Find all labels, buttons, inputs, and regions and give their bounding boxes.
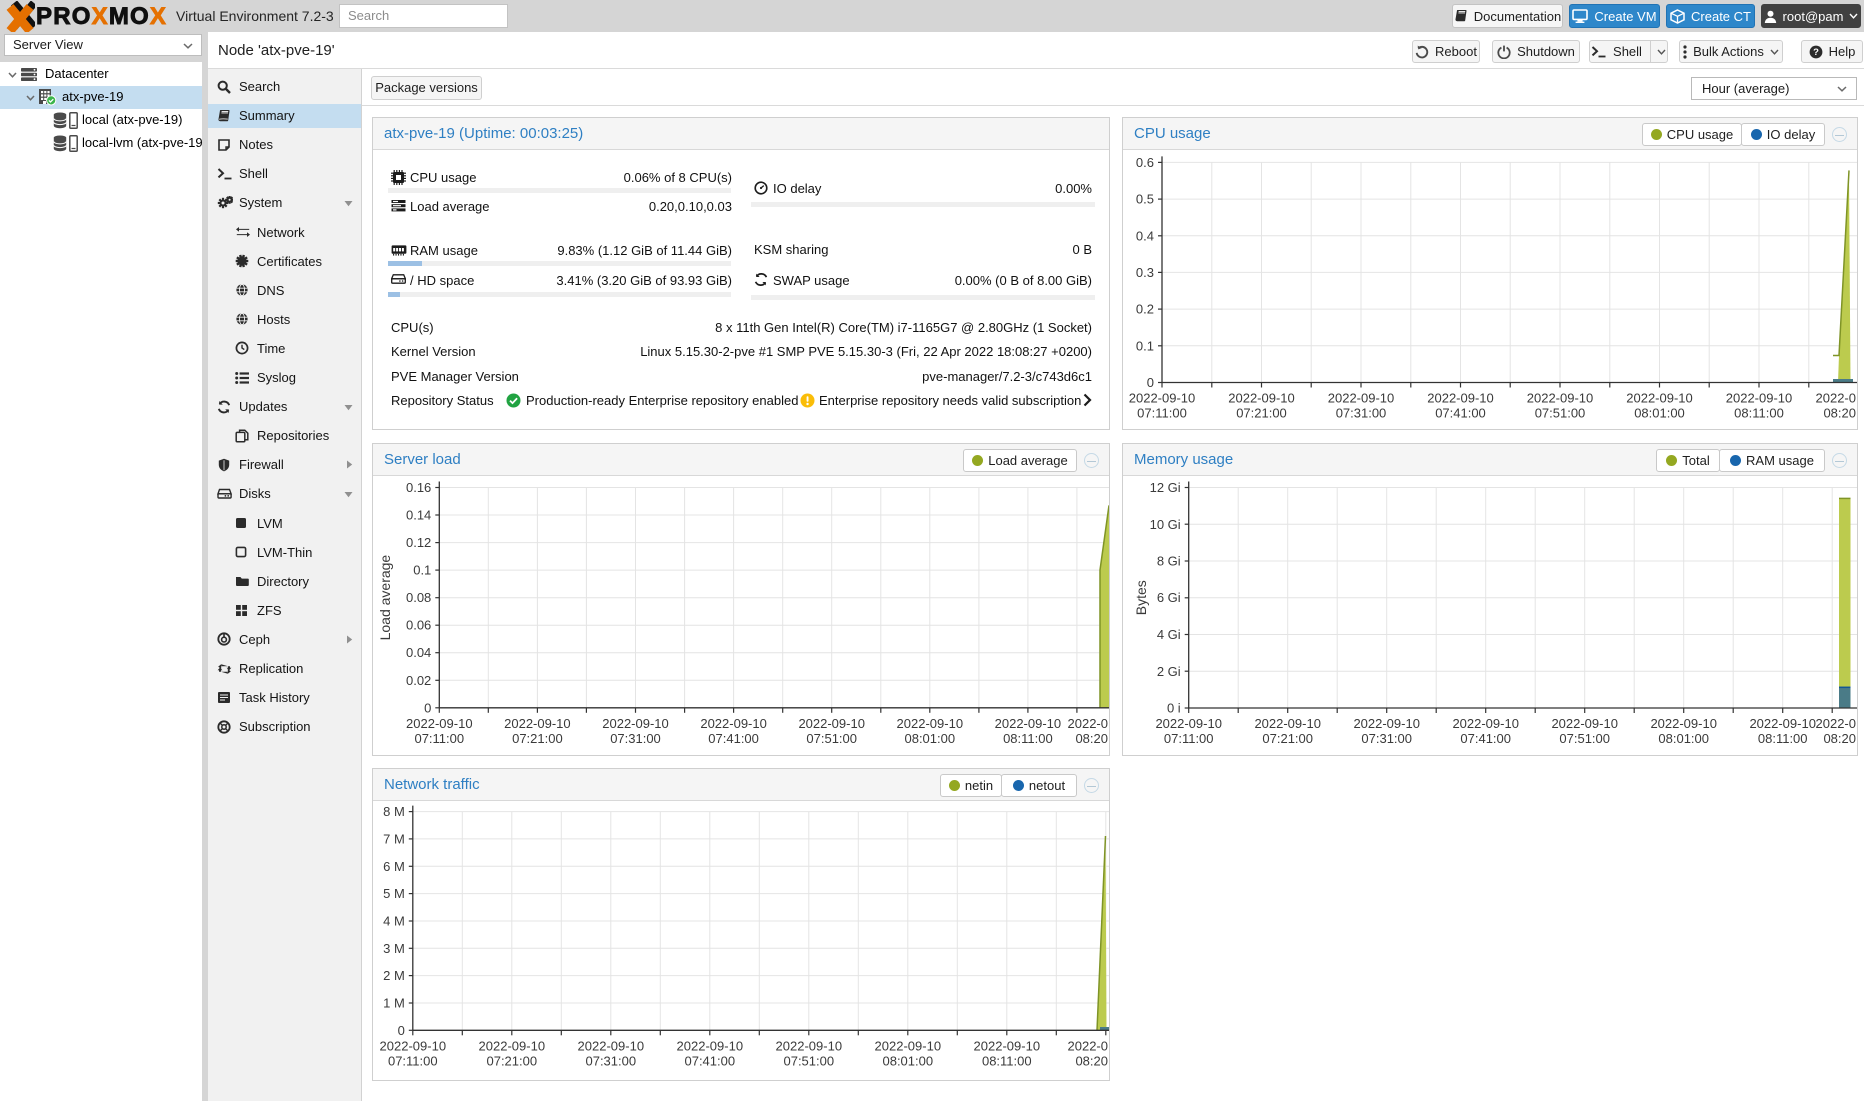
svg-text:0.02: 0.02 [406,673,431,688]
svg-text:07:11:00: 07:11:00 [1137,406,1187,421]
svg-text:12 Gi: 12 Gi [1150,480,1181,495]
svg-text:2022-09-10: 2022-09-10 [602,716,669,731]
svg-text:0.5: 0.5 [1136,192,1154,207]
svg-text:2022-09-10: 2022-09-10 [1749,716,1816,731]
svg-text:07:21:00: 07:21:00 [486,1053,537,1068]
svg-text:07:31:00: 07:31:00 [610,731,661,746]
svg-text:0 i: 0 i [1167,701,1181,716]
svg-text:08:20: 08:20 [1075,731,1108,746]
svg-text:07:51:00: 07:51:00 [1559,731,1610,746]
svg-text:07:41:00: 07:41:00 [708,731,759,746]
svg-text:08:01:00: 08:01:00 [904,731,955,746]
svg-text:2022-09-10: 2022-09-10 [1626,391,1693,406]
svg-text:0.14: 0.14 [406,508,431,523]
svg-text:2022-09-10: 2022-09-10 [677,1038,744,1053]
svg-text:0.3: 0.3 [1136,265,1154,280]
svg-text:0.08: 0.08 [406,590,431,605]
svg-text:07:21:00: 07:21:00 [1262,731,1313,746]
svg-text:2022-09-10: 2022-09-10 [700,716,767,731]
svg-text:0.1: 0.1 [413,563,431,578]
svg-text:2022-09-10: 2022-09-10 [798,716,865,731]
svg-text:0.6: 0.6 [1136,155,1154,170]
svg-text:07:11:00: 07:11:00 [388,1053,438,1068]
svg-text:2022-0: 2022-0 [1068,1038,1108,1053]
svg-text:2022-0: 2022-0 [1068,716,1108,731]
svg-text:2022-09-10: 2022-09-10 [406,716,473,731]
svg-text:08:11:00: 08:11:00 [1734,406,1784,421]
svg-text:07:41:00: 07:41:00 [1460,731,1511,746]
svg-text:2 Gi: 2 Gi [1157,664,1181,679]
svg-text:2022-0: 2022-0 [1816,716,1856,731]
svg-text:8 M: 8 M [383,804,405,819]
svg-text:2022-09-10: 2022-09-10 [995,716,1062,731]
svg-text:08:01:00: 08:01:00 [1658,731,1709,746]
svg-text:2022-09-10: 2022-09-10 [380,1038,447,1053]
svg-text:07:21:00: 07:21:00 [1236,406,1287,421]
svg-text:2022-09-10: 2022-09-10 [1726,391,1793,406]
svg-text:2022-09-10: 2022-09-10 [1328,391,1395,406]
svg-text:2022-09-10: 2022-09-10 [504,716,571,731]
svg-text:?: ? [1813,47,1819,58]
svg-text:2022-09-10: 2022-09-10 [1155,716,1222,731]
svg-text:2022-09-10: 2022-09-10 [1650,716,1717,731]
svg-text:2022-09-10: 2022-09-10 [1527,391,1594,406]
svg-text:08:11:00: 08:11:00 [1003,731,1053,746]
svg-text:8 Gi: 8 Gi [1157,554,1181,569]
svg-text:Bytes: Bytes [1133,580,1149,615]
svg-text:0.4: 0.4 [1136,228,1154,243]
svg-text:08:20: 08:20 [1823,731,1856,746]
svg-text:07:11:00: 07:11:00 [414,731,464,746]
svg-text:2022-09-10: 2022-09-10 [1129,391,1196,406]
svg-text:0: 0 [424,700,431,715]
svg-text:07:31:00: 07:31:00 [1361,731,1412,746]
svg-text:10 Gi: 10 Gi [1150,517,1181,532]
svg-text:0: 0 [398,1023,405,1038]
svg-text:2022-09-10: 2022-09-10 [875,1038,942,1053]
svg-text:Load average: Load average [377,555,393,641]
svg-text:6 Gi: 6 Gi [1157,590,1181,605]
svg-text:2022-09-10: 2022-09-10 [1353,716,1420,731]
svg-text:7 M: 7 M [383,831,405,846]
svg-text:4 M: 4 M [383,914,405,929]
svg-text:1 M: 1 M [383,996,405,1011]
svg-text:07:51:00: 07:51:00 [783,1053,834,1068]
svg-text:08:11:00: 08:11:00 [982,1053,1032,1068]
svg-text:07:51:00: 07:51:00 [1535,406,1586,421]
svg-text:2022-09-10: 2022-09-10 [578,1038,645,1053]
svg-text:0.06: 0.06 [406,618,431,633]
svg-text:08:01:00: 08:01:00 [882,1053,933,1068]
svg-text:0.16: 0.16 [406,480,431,495]
svg-text:2022-0: 2022-0 [1816,391,1856,406]
svg-text:2022-09-10: 2022-09-10 [974,1038,1041,1053]
svg-text:4 Gi: 4 Gi [1157,627,1181,642]
svg-text:07:41:00: 07:41:00 [1435,406,1486,421]
svg-text:0.1: 0.1 [1136,338,1154,353]
svg-text:2022-09-10: 2022-09-10 [1228,391,1295,406]
svg-text:08:11:00: 08:11:00 [1758,731,1808,746]
svg-text:07:11:00: 07:11:00 [1164,731,1214,746]
svg-text:2022-09-10: 2022-09-10 [776,1038,843,1053]
svg-text:2022-09-10: 2022-09-10 [479,1038,546,1053]
svg-text:2022-09-10: 2022-09-10 [1254,716,1321,731]
svg-text:07:41:00: 07:41:00 [684,1053,735,1068]
svg-text:07:21:00: 07:21:00 [512,731,563,746]
svg-text:0.12: 0.12 [406,535,431,550]
svg-text:07:31:00: 07:31:00 [585,1053,636,1068]
svg-text:3 M: 3 M [383,941,405,956]
svg-text:5 M: 5 M [383,886,405,901]
svg-text:08:01:00: 08:01:00 [1634,406,1685,421]
svg-text:08:20: 08:20 [1075,1053,1108,1068]
svg-text:2022-09-10: 2022-09-10 [897,716,964,731]
svg-text:0: 0 [1147,375,1154,390]
svg-text:2022-09-10: 2022-09-10 [1427,391,1494,406]
svg-text:0.04: 0.04 [406,645,431,660]
svg-text:6 M: 6 M [383,859,405,874]
svg-text:2022-09-10: 2022-09-10 [1452,716,1519,731]
svg-text:07:31:00: 07:31:00 [1336,406,1387,421]
svg-text:0.2: 0.2 [1136,302,1154,317]
svg-text:2 M: 2 M [383,968,405,983]
svg-text:2022-09-10: 2022-09-10 [1551,716,1618,731]
svg-text:07:51:00: 07:51:00 [806,731,857,746]
svg-text:08:20: 08:20 [1823,406,1856,421]
